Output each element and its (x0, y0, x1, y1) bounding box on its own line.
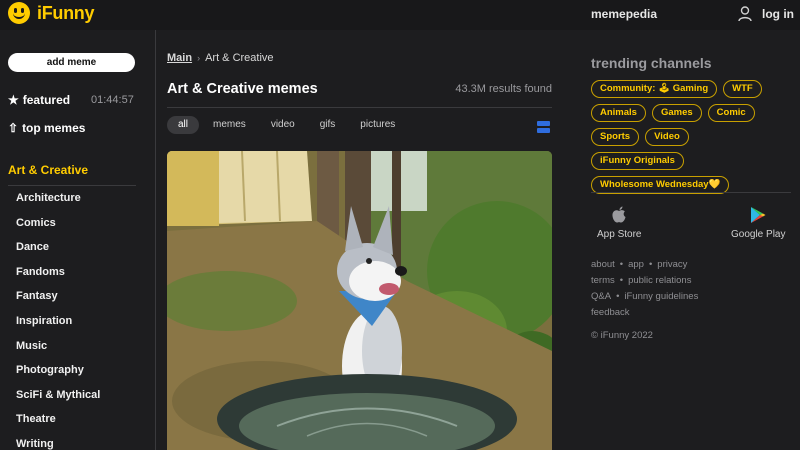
feedback-link[interactable]: feedback (591, 307, 630, 318)
guidelines-link[interactable]: iFunny guidelines (624, 291, 698, 302)
filter-memes[interactable]: memes (202, 116, 257, 134)
category-item[interactable]: Fandoms (16, 264, 100, 289)
main-content: Main › Art & Creative Art & Creative mem… (167, 30, 552, 450)
category-item[interactable]: Inspiration (16, 313, 100, 338)
user-icon[interactable] (738, 6, 752, 22)
top-memes-link[interactable]: ⇧ top memes (8, 121, 85, 135)
filter-tabs: all memes video gifs pictures (167, 116, 409, 134)
add-meme-button[interactable]: add meme (8, 53, 135, 72)
filter-video[interactable]: video (260, 116, 306, 134)
terms-link[interactable]: terms (591, 275, 615, 286)
sidebar: add meme ★ featured 01:44:57 ⇧ top memes… (0, 30, 156, 450)
smiley-icon (8, 2, 30, 24)
featured-label: featured (22, 93, 71, 107)
channel-chip[interactable]: Comic (707, 104, 755, 122)
view-toggle-icon[interactable] (537, 121, 550, 133)
app-store-link[interactable]: App Store (597, 206, 641, 240)
top-bar: iFunny memepedia log in (0, 0, 800, 30)
featured-link[interactable]: ★ featured (8, 93, 70, 107)
public-relations-link[interactable]: public relations (628, 275, 691, 286)
app-link[interactable]: app (628, 259, 644, 270)
category-item[interactable]: SciFi & Mythical (16, 387, 100, 412)
channel-chip[interactable]: Sports (591, 128, 640, 146)
logo-text: iFunny (37, 2, 95, 23)
login-link[interactable]: log in (762, 7, 794, 21)
breadcrumb-main-link[interactable]: Main (167, 52, 192, 64)
divider (167, 107, 552, 108)
page-title: Art & Creative memes (167, 81, 318, 97)
channel-chip[interactable]: Community: 🕹 Gaming (591, 80, 718, 98)
ifunny-logo[interactable]: iFunny (8, 2, 95, 24)
divider (8, 185, 136, 186)
app-store-label: App Store (597, 229, 642, 240)
channel-chip[interactable]: Animals (591, 104, 646, 122)
about-link[interactable]: about (591, 259, 615, 270)
breadcrumb: Main › Art & Creative (167, 52, 274, 64)
privacy-link[interactable]: privacy (657, 259, 687, 270)
right-panel: trending channels Community: 🕹 Gaming WT… (591, 30, 791, 450)
filter-gifs[interactable]: gifs (309, 116, 347, 134)
qa-link[interactable]: Q&A (591, 291, 611, 302)
category-item[interactable]: Theatre (16, 411, 100, 436)
copyright: © iFunny 2022 (591, 330, 653, 341)
footer-links: about • app • privacy terms • public rel… (591, 258, 699, 318)
google-play-icon (751, 207, 766, 223)
google-play-link[interactable]: Google Play (731, 206, 785, 240)
divider (591, 192, 791, 193)
dog-photo-illustration (167, 151, 552, 450)
results-count: 43.3M results found (455, 83, 552, 95)
filter-all[interactable]: all (167, 116, 200, 134)
category-item[interactable]: Music (16, 338, 100, 363)
category-item[interactable]: Dance (16, 239, 100, 264)
category-item[interactable]: Architecture (16, 190, 100, 215)
google-play-label: Google Play (731, 229, 786, 240)
category-list: Architecture Comics Dance Fandoms Fantas… (16, 190, 100, 450)
category-item[interactable]: Fantasy (16, 288, 100, 313)
filter-pictures[interactable]: pictures (349, 116, 406, 134)
star-icon: ★ (8, 93, 19, 107)
chevron-right-icon: › (197, 53, 201, 63)
featured-timer: 01:44:57 (91, 94, 134, 106)
apple-icon (612, 206, 626, 223)
memepedia-link[interactable]: memepedia (591, 7, 657, 21)
trending-title: trending channels (591, 55, 712, 71)
category-item[interactable]: Comics (16, 215, 100, 240)
trending-channels: Community: 🕹 Gaming WTF Animals Games Co… (591, 80, 791, 200)
channel-chip[interactable]: Games (651, 104, 702, 122)
channel-chip[interactable]: WTF (723, 80, 762, 98)
channel-chip[interactable]: Video (645, 128, 689, 146)
category-item[interactable]: Photography (16, 362, 100, 387)
top-memes-label: top memes (22, 121, 86, 135)
arrow-up-icon: ⇧ (8, 121, 19, 135)
breadcrumb-current: Art & Creative (205, 52, 274, 64)
channel-chip[interactable]: iFunny Originals (591, 152, 684, 170)
category-item[interactable]: Writing (16, 436, 100, 450)
category-heading[interactable]: Art & Creative (8, 163, 88, 177)
meme-image[interactable] (167, 151, 552, 450)
